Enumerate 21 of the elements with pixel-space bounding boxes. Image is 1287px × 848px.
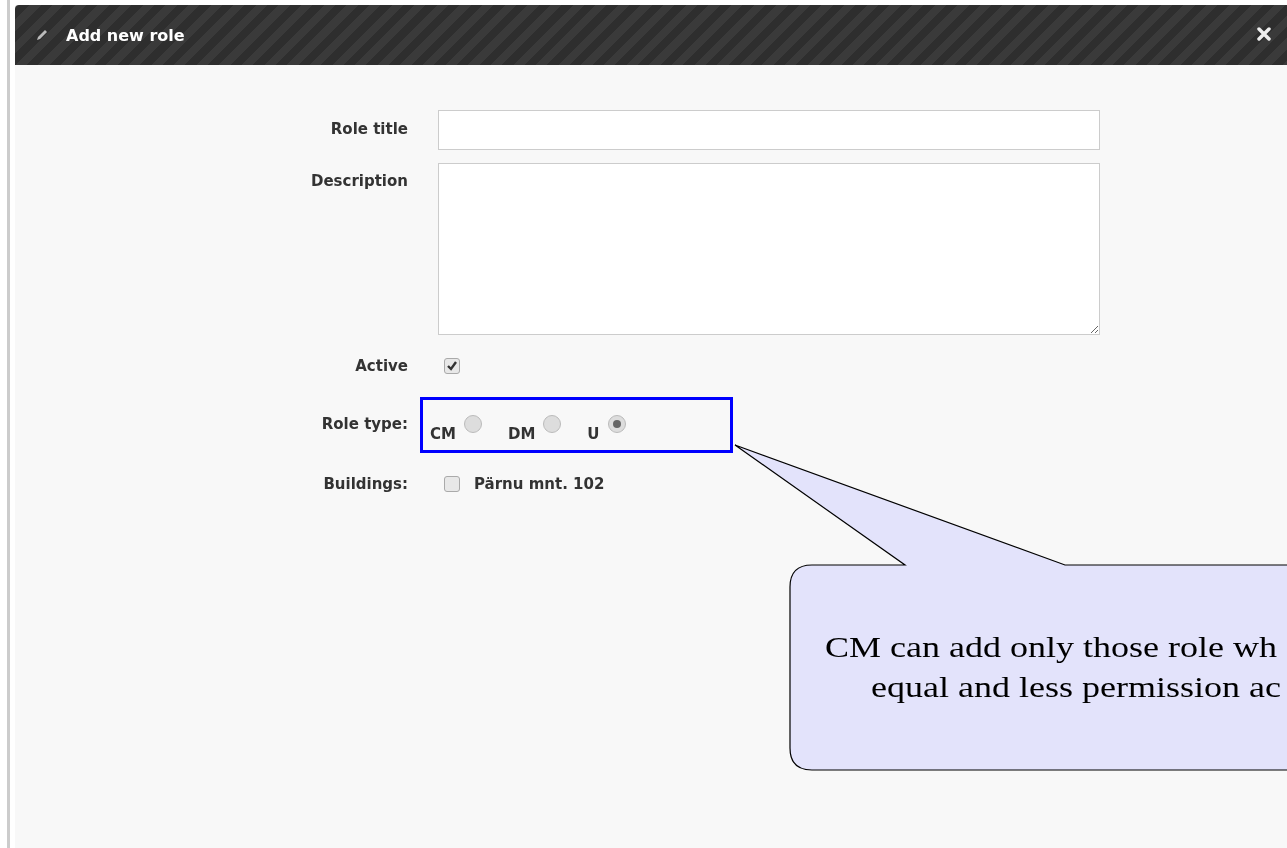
active-checkbox[interactable] [444, 358, 460, 374]
description-textarea[interactable] [438, 163, 1100, 335]
radio-label: CM [430, 425, 456, 443]
close-icon [1257, 27, 1271, 41]
field-label: Role title [329, 119, 408, 140]
radio-button[interactable] [607, 415, 626, 433]
building-checkbox[interactable] [444, 476, 460, 492]
radio-button[interactable] [463, 415, 482, 433]
radio-label: DM [507, 425, 536, 443]
radio-button[interactable] [543, 415, 562, 433]
field-label: Buildings: [322, 474, 408, 495]
role-title-input[interactable] [438, 110, 1100, 150]
callout-text: CM can add only those role wh [825, 630, 1277, 664]
dialog-title: Add new role [66, 25, 185, 45]
building-label: Pärnu mnt. 102 [474, 475, 605, 493]
field-label: Description [309, 171, 408, 192]
radio-label: U [587, 425, 600, 443]
field-label: Active [354, 356, 408, 377]
field-label: Role type: [320, 414, 408, 435]
pencil-icon [35, 28, 49, 42]
callout-text: equal and less permission ac [871, 670, 1281, 704]
